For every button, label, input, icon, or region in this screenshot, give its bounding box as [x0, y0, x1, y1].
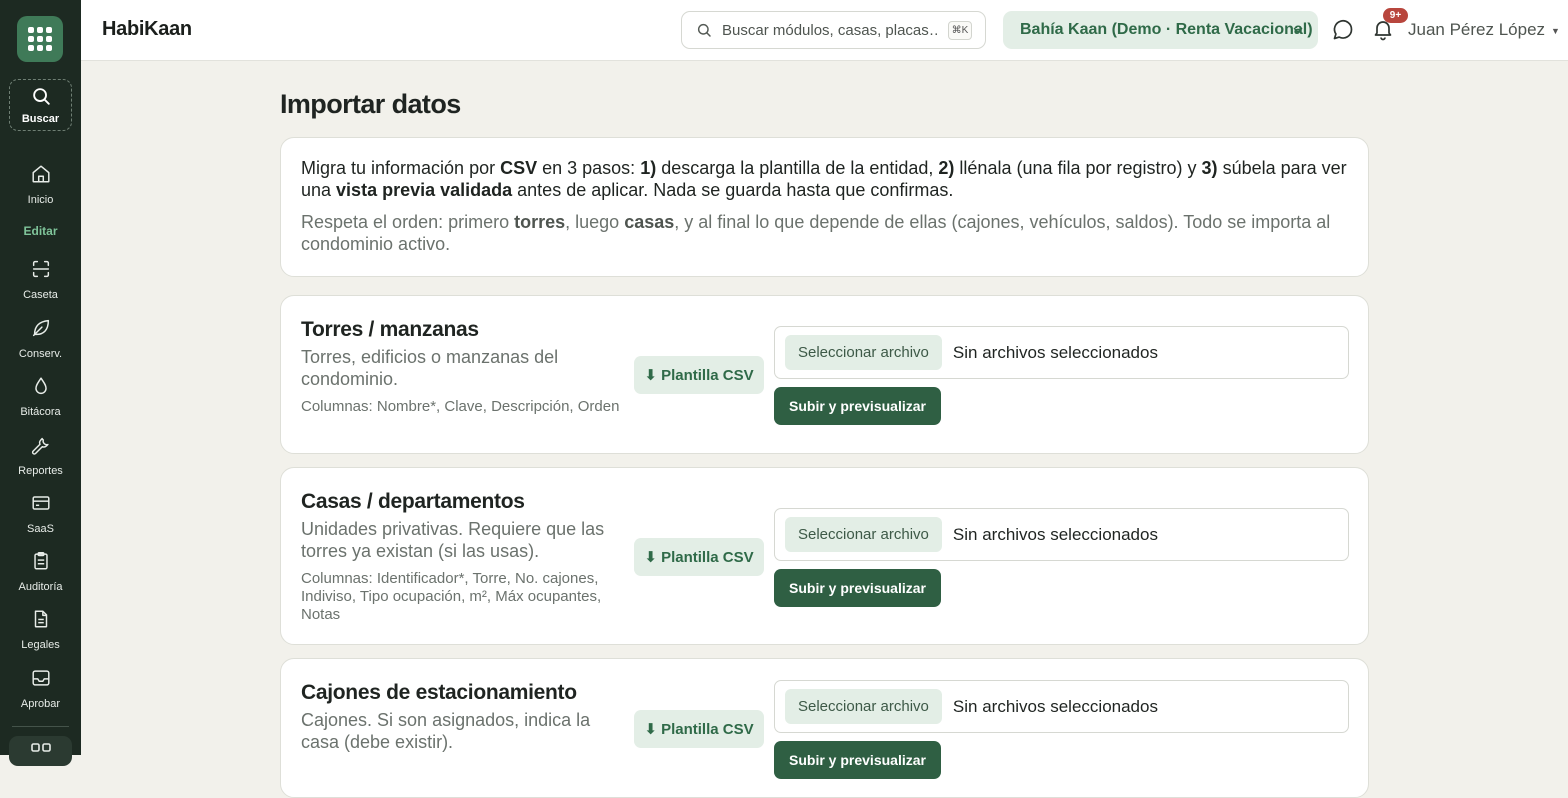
condominium-selected-label: Bahía Kaan (Demo · Renta Vacacional)	[1020, 21, 1313, 38]
entity-description: Torres, edificios o manzanas del condomi…	[301, 347, 559, 389]
app-launcher-icon[interactable]	[17, 16, 63, 62]
leaf-icon	[32, 319, 49, 337]
sidebar-item-label: Aprobar	[20, 698, 61, 710]
sidebar-item-legales[interactable]: Legales	[0, 608, 81, 651]
messages-button[interactable]	[1331, 18, 1355, 47]
wrench-icon	[31, 437, 49, 455]
user-name: Juan Pérez López	[1408, 20, 1546, 39]
search-input[interactable]	[722, 21, 938, 39]
search-icon	[32, 88, 50, 105]
document-icon	[34, 610, 47, 628]
brand-name: HabiKaan	[102, 18, 192, 40]
entity-title: Torres / manzanas	[301, 318, 479, 341]
search-icon	[697, 23, 711, 37]
sidebar-item-label: Bitácora	[20, 406, 61, 418]
sidebar-item-auditoria[interactable]: Auditoría	[0, 550, 81, 593]
sidebar-search-label: Buscar	[21, 113, 60, 125]
instructions-order-note: Respeta el orden: primero torres, luego …	[301, 212, 1331, 254]
home-icon	[31, 165, 50, 183]
chevron-down-icon	[1293, 27, 1303, 34]
sidebar-item-label: Auditoría	[18, 581, 63, 593]
card-icon	[31, 496, 50, 510]
drop-icon	[34, 377, 47, 394]
import-card-casas: Casas / departamentos Unidades privativa…	[280, 467, 1369, 645]
top-bar: HabiKaan ⌘K Bahía Kaan (Demo · Renta Vac…	[81, 0, 1568, 61]
scan-icon	[32, 260, 49, 278]
entity-columns: Columnas: Nombre*, Clave, Descripción, O…	[301, 398, 620, 415]
search-shortcut-hint: ⌘K	[948, 21, 972, 40]
sidebar-divider	[12, 726, 69, 727]
inbox-icon	[31, 670, 50, 686]
page-title: Importar datos	[280, 89, 461, 119]
sidebar-item-label: Caseta	[23, 289, 58, 301]
upload-preview-button[interactable]: Subir y previsualizar	[774, 569, 941, 607]
download-template-button[interactable]: ⬇ Plantilla CSV	[634, 710, 764, 748]
entity-description: Unidades privativas. Requiere que las to…	[301, 519, 605, 561]
import-instructions-card: Migra tu información por CSV en 3 pasos:…	[280, 137, 1369, 277]
sidebar-item-label: Inicio	[27, 194, 54, 206]
sidebar-item-label: Legales	[21, 639, 60, 651]
file-status-text: Sin archivos seleccionados	[952, 524, 1158, 544]
upload-preview-button[interactable]: Subir y previsualizar	[774, 741, 941, 779]
upload-preview-button[interactable]: Subir y previsualizar	[774, 387, 941, 425]
sidebar-item-saas[interactable]: SaaS	[0, 492, 81, 535]
notifications-count-badge: 9+	[1383, 8, 1408, 23]
file-input[interactable]: Seleccionar archivo Sin archivos selecci…	[774, 326, 1349, 379]
sidebar-item-bitacora[interactable]: Bitácora	[0, 375, 81, 418]
select-file-button[interactable]: Seleccionar archivo	[785, 517, 942, 552]
instructions-steps: Migra tu información por CSV en 3 pasos:…	[301, 158, 1347, 200]
download-template-button[interactable]: ⬇ Plantilla CSV	[634, 356, 764, 394]
sidebar: Buscar Inicio Editar Caseta Conserv. Bit…	[0, 0, 81, 766]
layout-icon	[30, 743, 51, 752]
sidebar-item-reportes[interactable]: Reportes	[0, 434, 81, 477]
download-template-button[interactable]: ⬇ Plantilla CSV	[634, 538, 764, 576]
select-file-button[interactable]: Seleccionar archivo	[785, 689, 942, 724]
file-status-text: Sin archivos seleccionados	[952, 342, 1158, 362]
sidebar-section-editar: Editar	[23, 224, 58, 238]
sidebar-item-label: Conserv.	[18, 348, 63, 360]
sidebar-item-caseta[interactable]: Caseta	[0, 258, 81, 301]
file-status-text: Sin archivos seleccionados	[952, 696, 1158, 716]
sidebar-item-inicio[interactable]: Inicio	[0, 163, 81, 206]
sidebar-item-label: Reportes	[18, 465, 63, 477]
global-search[interactable]: ⌘K	[681, 11, 986, 49]
entity-title: Cajones de estacionamiento	[301, 681, 577, 704]
clipboard-icon	[33, 552, 48, 570]
caret-down-icon: ▼	[1551, 26, 1560, 36]
import-card-torres: Torres / manzanas Torres, edificios o ma…	[280, 295, 1369, 454]
sidebar-item-label: SaaS	[27, 523, 54, 535]
condominium-selector[interactable]: Bahía Kaan (Demo · Renta Vacacional)	[1003, 11, 1318, 49]
entity-columns: Columnas: Identificador*, Torre, No. caj…	[301, 570, 602, 623]
entity-description: Cajones. Si son asignados, indica la cas…	[301, 710, 591, 752]
entity-title: Casas / departamentos	[301, 490, 525, 513]
user-menu[interactable]: Juan Pérez López ▼	[1408, 20, 1560, 40]
sidebar-search-button[interactable]: Buscar	[9, 79, 72, 131]
import-card-cajones: Cajones de estacionamiento Cajones. Si s…	[280, 658, 1369, 798]
file-input[interactable]: Seleccionar archivo Sin archivos selecci…	[774, 680, 1349, 733]
chat-bubble-icon	[1333, 19, 1353, 40]
sidebar-collapse-button[interactable]	[9, 736, 72, 766]
file-input[interactable]: Seleccionar archivo Sin archivos selecci…	[774, 508, 1349, 561]
sidebar-item-conserv[interactable]: Conserv.	[0, 317, 81, 360]
select-file-button[interactable]: Seleccionar archivo	[785, 335, 942, 370]
sidebar-item-aprobar[interactable]: Aprobar	[0, 667, 81, 710]
